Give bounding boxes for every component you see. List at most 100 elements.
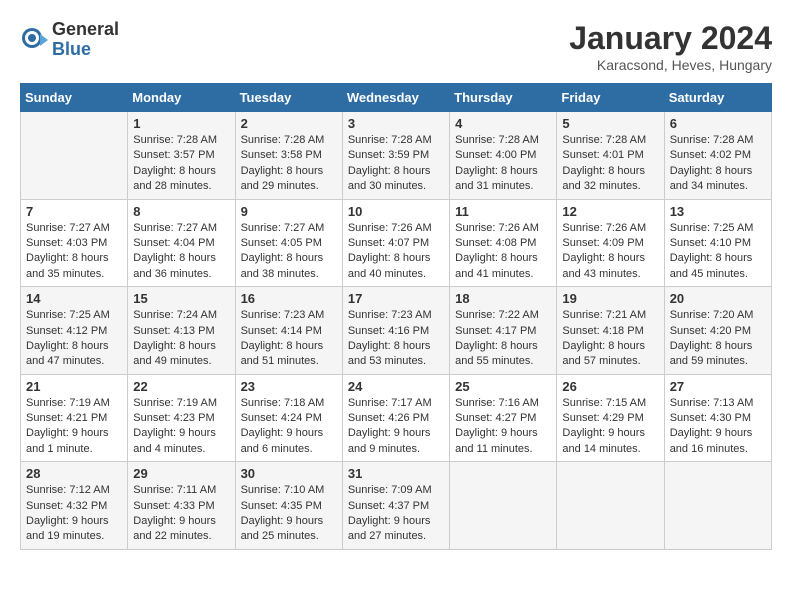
- day-number: 16: [241, 291, 337, 306]
- table-row: [450, 462, 557, 550]
- table-row: 7Sunrise: 7:27 AM Sunset: 4:03 PM Daylig…: [21, 199, 128, 287]
- table-row: [664, 462, 771, 550]
- month-title: January 2024: [569, 20, 772, 57]
- day-number: 11: [455, 204, 551, 219]
- col-wednesday: Wednesday: [342, 84, 449, 112]
- day-number: 9: [241, 204, 337, 219]
- table-row: 13 Sunrise: 7:25 AM Sunset: 4:10 PM Dayli…: [664, 199, 771, 287]
- day-info: Sunrise: 7:27 AM Sunset: 4:04 PM Dayligh…: [133, 221, 229, 283]
- table-row: 14Sunrise: 7:25 AM Sunset: 4:12 PM Dayli…: [21, 287, 128, 375]
- location-title: Karacsond, Heves, Hungary: [569, 57, 772, 73]
- col-thursday: Thursday: [450, 84, 557, 112]
- day-number: 7: [26, 204, 122, 219]
- logo-blue-text: Blue: [52, 40, 119, 60]
- table-row: 29 Sunrise: 7:11 AM Sunset: 4:33 PM Dayli…: [128, 462, 235, 550]
- day-info: Sunrise: 7:19 AM Sunset: 4:21 PM Dayligh…: [26, 396, 122, 458]
- calendar-header-row: Sunday Monday Tuesday Wednesday Thursday…: [21, 84, 772, 112]
- day-info: Sunrise: 7:27 AM Sunset: 4:05 PM Dayligh…: [241, 221, 337, 283]
- day-number: 24: [348, 379, 444, 394]
- table-row: 21 Sunrise: 7:19 AM Sunset: 4:21 PM Dayli…: [21, 374, 128, 462]
- day-number: 20: [670, 291, 766, 306]
- day-info: Sunrise: 7:13 AM Sunset: 4:30 PM Dayligh…: [670, 396, 766, 458]
- day-number: 28: [26, 466, 122, 481]
- col-friday: Friday: [557, 84, 664, 112]
- day-number: 23: [241, 379, 337, 394]
- day-number: 3: [348, 116, 444, 131]
- day-info: Sunrise: 7:28 AM Sunset: 3:59 PM Dayligh…: [348, 133, 444, 195]
- table-row: 18 Sunrise: 7:22 AM Sunset: 4:17 PM Dayli…: [450, 287, 557, 375]
- table-row: 19 Sunrise: 7:21 AM Sunset: 4:18 PM Dayli…: [557, 287, 664, 375]
- calendar-week-row: 1Sunrise: 7:28 AM Sunset: 3:57 PM Daylig…: [21, 112, 772, 200]
- calendar-week-row: 14Sunrise: 7:25 AM Sunset: 4:12 PM Dayli…: [21, 287, 772, 375]
- logo-text: General Blue: [52, 20, 119, 60]
- day-number: 21: [26, 379, 122, 394]
- day-number: 8: [133, 204, 229, 219]
- header: General Blue January 2024 Karacsond, Hev…: [20, 20, 772, 73]
- day-number: 26: [562, 379, 658, 394]
- day-info: Sunrise: 7:22 AM Sunset: 4:17 PM Dayligh…: [455, 308, 551, 370]
- day-info: Sunrise: 7:24 AM Sunset: 4:13 PM Dayligh…: [133, 308, 229, 370]
- table-row: 8 Sunrise: 7:27 AM Sunset: 4:04 PM Daylig…: [128, 199, 235, 287]
- table-row: 27 Sunrise: 7:13 AM Sunset: 4:30 PM Dayli…: [664, 374, 771, 462]
- table-row: 4Sunrise: 7:28 AM Sunset: 4:00 PM Daylig…: [450, 112, 557, 200]
- day-number: 6: [670, 116, 766, 131]
- day-number: 15: [133, 291, 229, 306]
- day-info: Sunrise: 7:09 AM Sunset: 4:37 PM Dayligh…: [348, 483, 444, 545]
- day-number: 1: [133, 116, 229, 131]
- day-info: Sunrise: 7:28 AM Sunset: 3:58 PM Dayligh…: [241, 133, 337, 195]
- day-info: Sunrise: 7:15 AM Sunset: 4:29 PM Dayligh…: [562, 396, 658, 458]
- table-row: 1Sunrise: 7:28 AM Sunset: 3:57 PM Daylig…: [128, 112, 235, 200]
- calendar-week-row: 28 Sunrise: 7:12 AM Sunset: 4:32 PM Dayli…: [21, 462, 772, 550]
- table-row: 25 Sunrise: 7:16 AM Sunset: 4:27 PM Dayli…: [450, 374, 557, 462]
- day-info: Sunrise: 7:23 AM Sunset: 4:14 PM Dayligh…: [241, 308, 337, 370]
- day-number: 2: [241, 116, 337, 131]
- day-number: 19: [562, 291, 658, 306]
- table-row: 15 Sunrise: 7:24 AM Sunset: 4:13 PM Dayli…: [128, 287, 235, 375]
- day-info: Sunrise: 7:17 AM Sunset: 4:26 PM Dayligh…: [348, 396, 444, 458]
- day-info: Sunrise: 7:23 AM Sunset: 4:16 PM Dayligh…: [348, 308, 444, 370]
- table-row: 24 Sunrise: 7:17 AM Sunset: 4:26 PM Dayli…: [342, 374, 449, 462]
- calendar: Sunday Monday Tuesday Wednesday Thursday…: [20, 83, 772, 550]
- table-row: 23Sunrise: 7:18 AM Sunset: 4:24 PM Dayli…: [235, 374, 342, 462]
- day-number: 27: [670, 379, 766, 394]
- day-number: 10: [348, 204, 444, 219]
- day-info: Sunrise: 7:26 AM Sunset: 4:07 PM Dayligh…: [348, 221, 444, 283]
- day-info: Sunrise: 7:11 AM Sunset: 4:33 PM Dayligh…: [133, 483, 229, 545]
- calendar-week-row: 7Sunrise: 7:27 AM Sunset: 4:03 PM Daylig…: [21, 199, 772, 287]
- day-info: Sunrise: 7:21 AM Sunset: 4:18 PM Dayligh…: [562, 308, 658, 370]
- day-number: 29: [133, 466, 229, 481]
- table-row: 2 Sunrise: 7:28 AM Sunset: 3:58 PM Daylig…: [235, 112, 342, 200]
- day-info: Sunrise: 7:16 AM Sunset: 4:27 PM Dayligh…: [455, 396, 551, 458]
- day-number: 18: [455, 291, 551, 306]
- logo: General Blue: [20, 20, 119, 60]
- table-row: 5 Sunrise: 7:28 AM Sunset: 4:01 PM Daylig…: [557, 112, 664, 200]
- day-info: Sunrise: 7:20 AM Sunset: 4:20 PM Dayligh…: [670, 308, 766, 370]
- day-number: 30: [241, 466, 337, 481]
- day-info: Sunrise: 7:26 AM Sunset: 4:09 PM Dayligh…: [562, 221, 658, 283]
- table-row: [21, 112, 128, 200]
- table-row: 12 Sunrise: 7:26 AM Sunset: 4:09 PM Dayli…: [557, 199, 664, 287]
- table-row: 20 Sunrise: 7:20 AM Sunset: 4:20 PM Dayli…: [664, 287, 771, 375]
- table-row: 28 Sunrise: 7:12 AM Sunset: 4:32 PM Dayli…: [21, 462, 128, 550]
- table-row: [557, 462, 664, 550]
- logo-general-text: General: [52, 20, 119, 40]
- col-sunday: Sunday: [21, 84, 128, 112]
- day-number: 31: [348, 466, 444, 481]
- table-row: 31 Sunrise: 7:09 AM Sunset: 4:37 PM Dayli…: [342, 462, 449, 550]
- calendar-week-row: 21 Sunrise: 7:19 AM Sunset: 4:21 PM Dayli…: [21, 374, 772, 462]
- table-row: 26 Sunrise: 7:15 AM Sunset: 4:29 PM Dayli…: [557, 374, 664, 462]
- title-area: January 2024 Karacsond, Heves, Hungary: [569, 20, 772, 73]
- day-number: 13: [670, 204, 766, 219]
- day-info: Sunrise: 7:25 AM Sunset: 4:12 PM Dayligh…: [26, 308, 122, 370]
- day-info: Sunrise: 7:28 AM Sunset: 4:02 PM Dayligh…: [670, 133, 766, 195]
- day-number: 5: [562, 116, 658, 131]
- day-info: Sunrise: 7:28 AM Sunset: 4:01 PM Dayligh…: [562, 133, 658, 195]
- day-number: 12: [562, 204, 658, 219]
- logo-icon: [20, 26, 48, 54]
- day-info: Sunrise: 7:25 AM Sunset: 4:10 PM Dayligh…: [670, 221, 766, 283]
- day-info: Sunrise: 7:10 AM Sunset: 4:35 PM Dayligh…: [241, 483, 337, 545]
- table-row: 9 Sunrise: 7:27 AM Sunset: 4:05 PM Daylig…: [235, 199, 342, 287]
- day-info: Sunrise: 7:12 AM Sunset: 4:32 PM Dayligh…: [26, 483, 122, 545]
- day-number: 25: [455, 379, 551, 394]
- table-row: 10 Sunrise: 7:26 AM Sunset: 4:07 PM Dayli…: [342, 199, 449, 287]
